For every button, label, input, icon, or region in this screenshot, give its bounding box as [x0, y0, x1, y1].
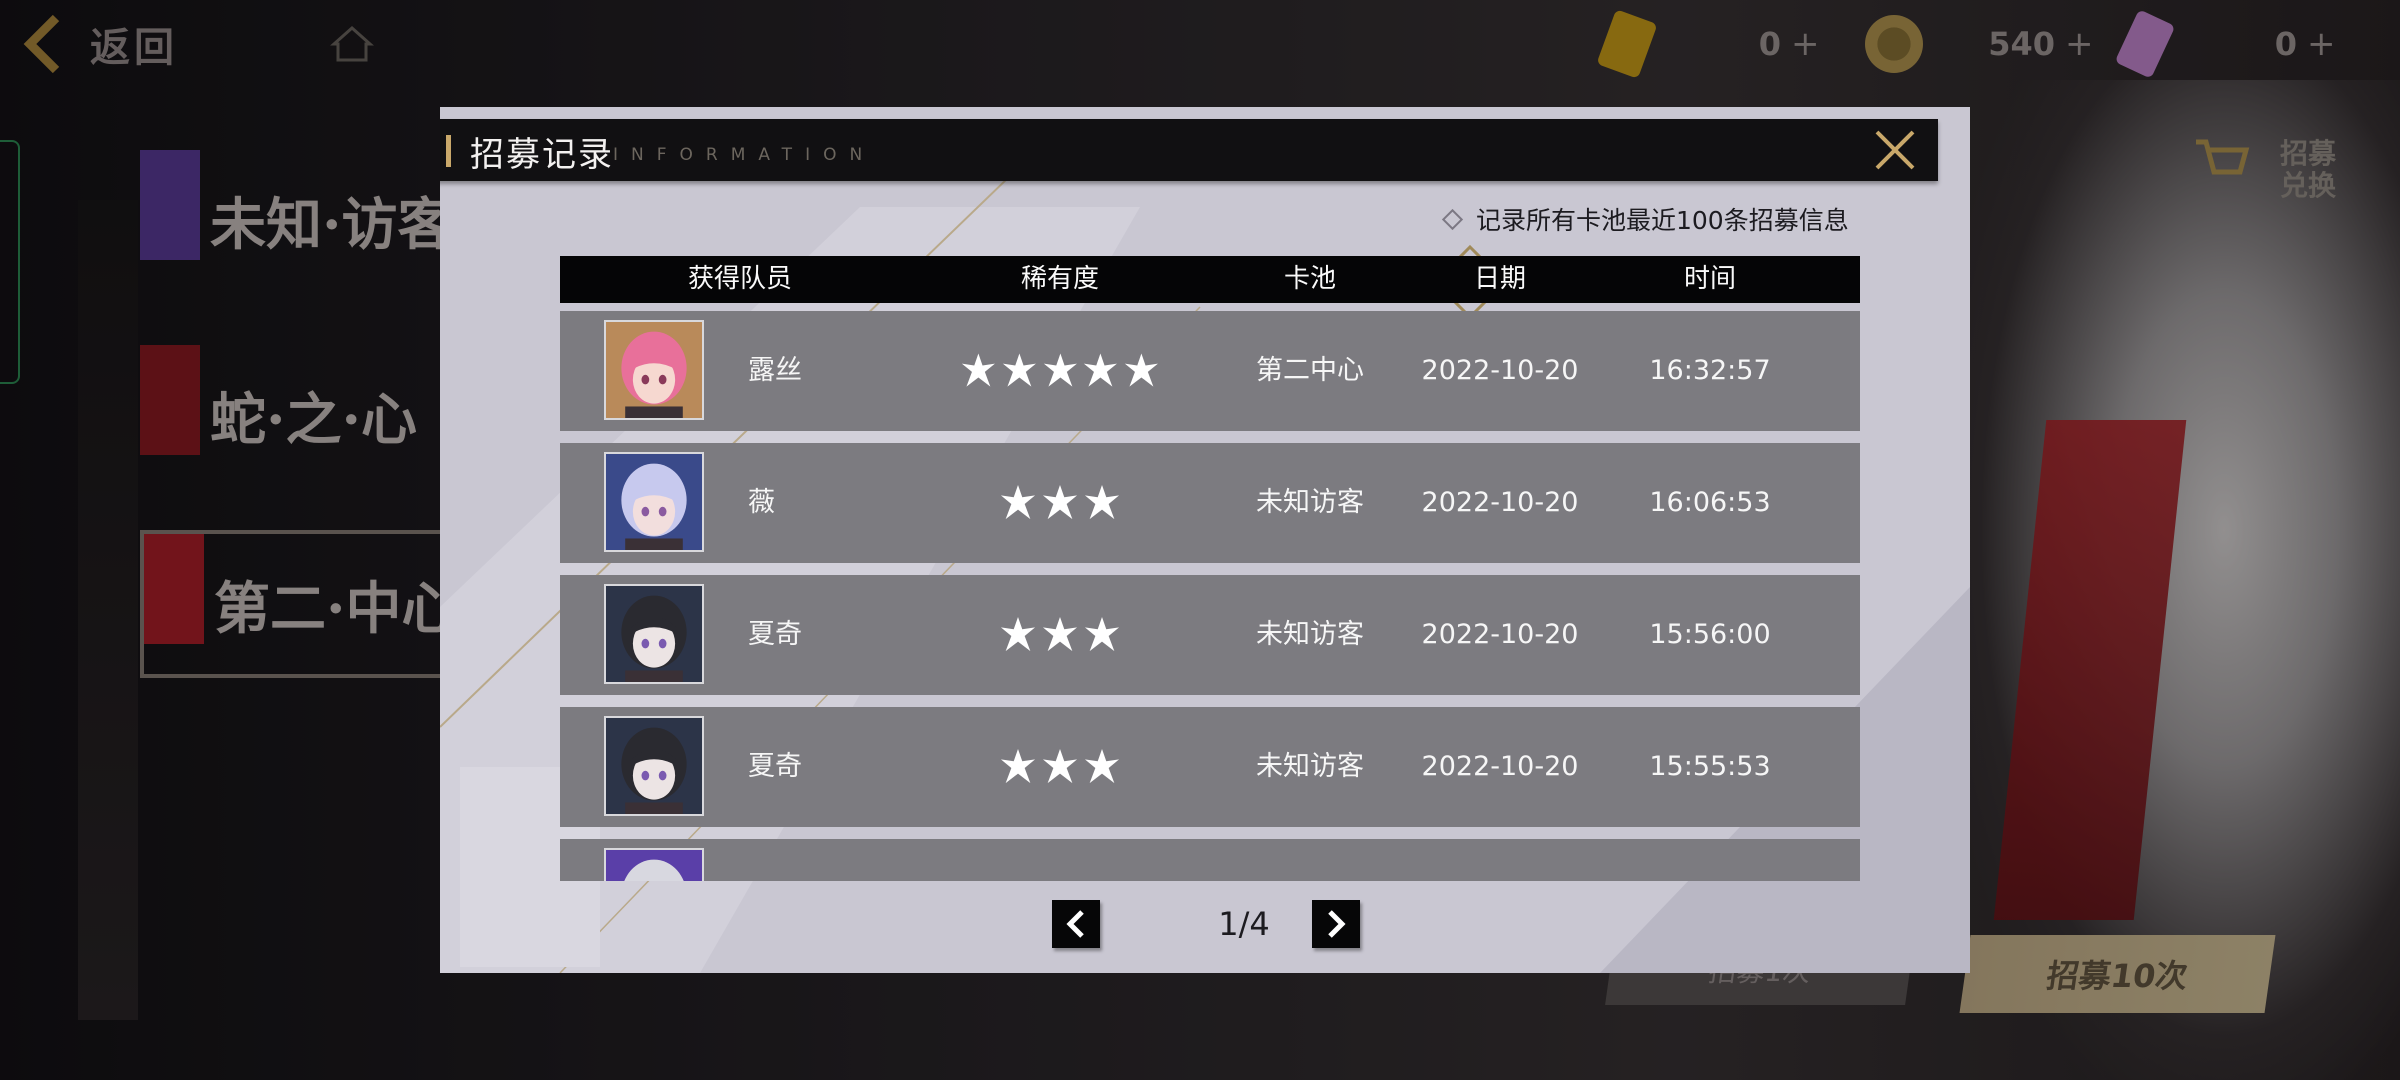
pool-name: 第二中心 — [1256, 355, 1364, 386]
member-name: 夏奇 — [748, 619, 802, 650]
avatar — [604, 452, 704, 552]
page-indicator: 1/4 — [1218, 905, 1270, 943]
record-row[interactable] — [560, 839, 1860, 881]
portrait-image — [606, 850, 702, 881]
next-page-button[interactable] — [1312, 900, 1360, 948]
record-row[interactable]: 夏奇 未知访客 2022-10-20 15:56:00 — [560, 575, 1860, 695]
star-icon — [1125, 353, 1159, 387]
table-header: 获得队员 稀有度 卡池 日期 时间 — [560, 256, 1860, 303]
rarity-stars — [960, 707, 1160, 827]
avatar — [604, 716, 704, 816]
record-row[interactable]: 夏奇 未知访客 2022-10-20 15:55:53 — [560, 707, 1860, 827]
star-icon — [1084, 353, 1118, 387]
pool-name: 未知访客 — [1256, 487, 1364, 518]
pool-name: 未知访客 — [1256, 619, 1364, 650]
dialog-subtitle: INFORMATION — [613, 145, 876, 165]
column-rarity: 稀有度 — [1020, 264, 1099, 294]
column-pool: 卡池 — [1283, 264, 1336, 294]
portrait-image — [606, 718, 702, 814]
record-time: 16:32:57 — [1649, 355, 1771, 386]
header-accent-bar — [446, 135, 451, 167]
avatar — [604, 584, 704, 684]
diamond-icon — [1441, 208, 1464, 230]
star-icon — [961, 353, 995, 387]
recruit-record-dialog: 招募记录 INFORMATION 记录所有卡池最近100条招募信息 获得队员 稀… — [440, 107, 1970, 973]
column-member: 获得队员 — [687, 264, 792, 294]
avatar — [604, 848, 704, 881]
record-time: 16:06:53 — [1649, 487, 1771, 518]
star-icon — [1000, 616, 1036, 652]
member-name: 薇 — [748, 487, 775, 518]
record-time: 15:55:53 — [1649, 751, 1771, 782]
dialog-header: 招募记录 INFORMATION — [440, 119, 1938, 181]
record-time: 15:56:00 — [1649, 619, 1771, 650]
member-name: 夏奇 — [748, 751, 802, 782]
record-date: 2022-10-20 — [1421, 619, 1579, 650]
record-list[interactable]: 露丝 第二中心 2022-10-20 16:32:57 薇 未知访客 2022-… — [560, 311, 1860, 881]
star-icon — [1002, 353, 1036, 387]
avatar — [604, 320, 704, 420]
star-icon — [1000, 484, 1036, 520]
record-note-text: 记录所有卡池最近100条招募信息 — [1476, 206, 1849, 235]
record-row[interactable]: 薇 未知访客 2022-10-20 16:06:53 — [560, 443, 1860, 563]
star-icon — [1084, 616, 1120, 652]
rarity-stars — [960, 443, 1160, 563]
portrait-image — [606, 454, 702, 550]
pool-name: 未知访客 — [1256, 751, 1364, 782]
dialog-title: 招募记录 — [470, 135, 614, 175]
prev-page-button[interactable] — [1052, 900, 1100, 948]
column-time: 时间 — [1683, 264, 1736, 294]
record-date: 2022-10-20 — [1421, 355, 1579, 386]
star-icon — [1000, 748, 1036, 784]
chevron-left-icon — [1066, 910, 1084, 938]
pagination: 1/4 — [440, 900, 1970, 952]
rarity-stars — [960, 311, 1160, 431]
close-icon[interactable] — [1872, 127, 1918, 173]
member-name: 露丝 — [748, 355, 802, 386]
portrait-image — [606, 322, 702, 418]
star-icon — [1043, 353, 1077, 387]
column-date: 日期 — [1473, 264, 1526, 294]
star-icon — [1084, 484, 1120, 520]
record-row[interactable]: 露丝 第二中心 2022-10-20 16:32:57 — [560, 311, 1860, 431]
record-date: 2022-10-20 — [1421, 487, 1579, 518]
portrait-image — [606, 586, 702, 682]
star-icon — [1042, 616, 1078, 652]
record-note: 记录所有卡池最近100条招募信息 — [1441, 202, 1849, 236]
star-icon — [1042, 484, 1078, 520]
rarity-stars — [960, 575, 1160, 695]
star-icon — [1084, 748, 1120, 784]
chevron-right-icon — [1328, 910, 1346, 938]
star-icon — [1042, 748, 1078, 784]
record-date: 2022-10-20 — [1421, 751, 1579, 782]
